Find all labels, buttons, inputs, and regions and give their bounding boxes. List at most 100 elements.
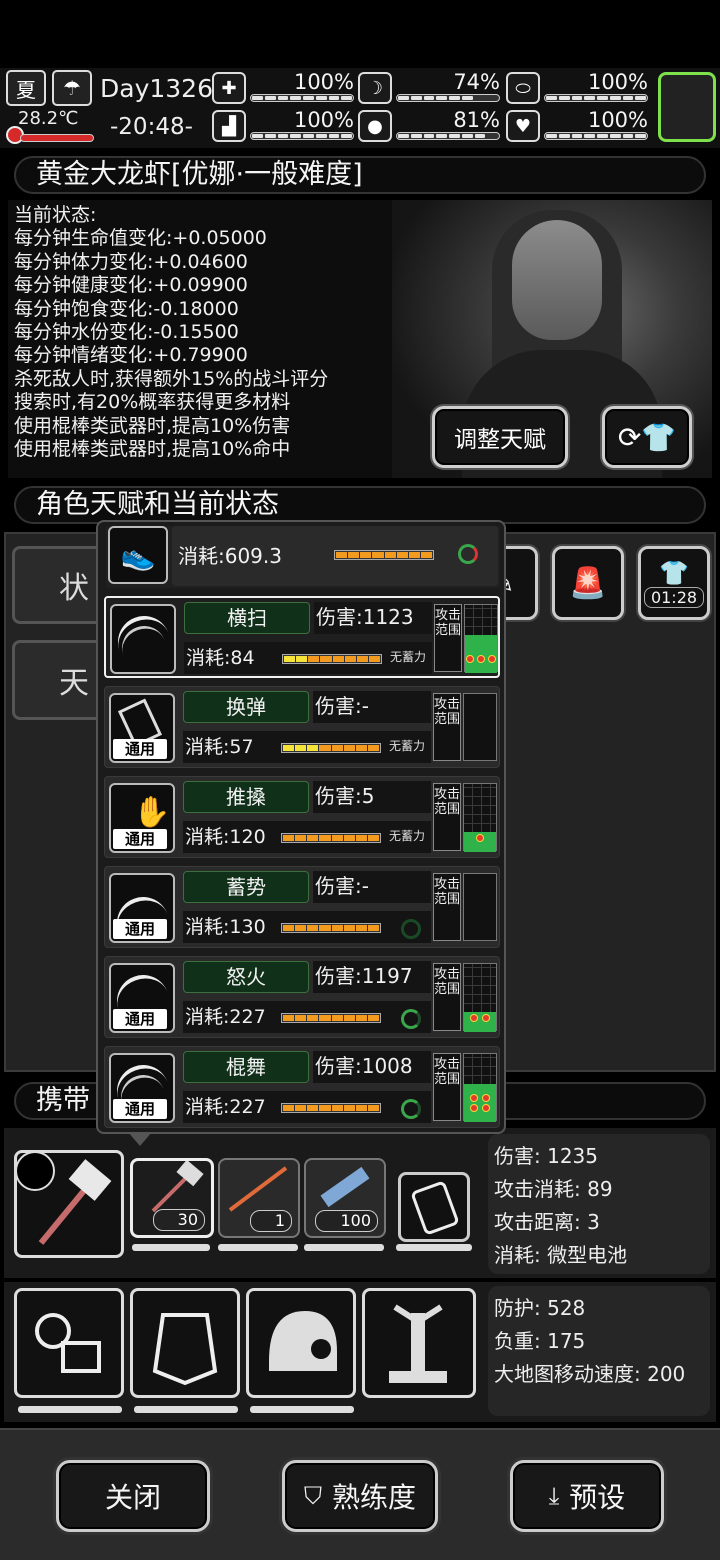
cooldown-ring-icon [401, 1009, 421, 1029]
skill-charge-note: 无蓄力 [390, 650, 427, 664]
temperature-value: 28.2℃ [18, 108, 79, 129]
durability-bar [132, 1244, 210, 1251]
swing-icon [15, 1151, 55, 1191]
stamina-pct: 100% [293, 108, 354, 132]
attack-range-label: 攻击范围 [433, 1053, 461, 1121]
skill-damage: 伤害:1123 [314, 602, 432, 634]
ammo-count: 30 [152, 1209, 205, 1231]
exoskeleton-slot[interactable] [362, 1288, 476, 1398]
swap-shirt-icon: ⟳👕 [617, 420, 677, 454]
boot-icon: 👟 [108, 526, 168, 584]
status-heading: 当前状态: [14, 204, 97, 226]
skill-popup: 👟 消耗:609.3 横扫 伤害:1123 消耗:84 无蓄力 攻击范围 通用 … [96, 520, 506, 1146]
skill-tag: 通用 [113, 1099, 167, 1119]
health-pct: 100% [293, 70, 354, 94]
cooldown-ring-icon [401, 919, 421, 939]
status-line: 使用棍棒类武器时,提高10%伤害 [14, 414, 291, 437]
proficiency-button[interactable]: ⛉ 熟练度 [282, 1460, 438, 1532]
battery-slot[interactable] [398, 1172, 470, 1242]
skill-rage[interactable]: 通用 怒火 伤害:1197 消耗:227 攻击范围 [104, 956, 500, 1038]
status-line: 每分钟生命值变化:+0.05000 [14, 227, 267, 250]
adjust-talent-button[interactable]: 调整天赋 [432, 406, 568, 468]
skill-tag: 通用 [113, 829, 167, 849]
skill-damage: 伤害:- [313, 691, 431, 723]
accessory-slot[interactable] [14, 1288, 124, 1398]
attack-range-label: 攻击范围 [433, 963, 461, 1031]
quick-slot-button[interactable] [658, 72, 716, 142]
close-button[interactable]: 关闭 [56, 1460, 210, 1532]
helmet-slot[interactable] [246, 1288, 356, 1398]
armor-info: 防护: 528 负重: 175 大地图移动速度: 200 [488, 1286, 710, 1416]
durability-bar [304, 1244, 384, 1251]
spear-icon [228, 1166, 288, 1212]
skill-name: 棍舞 [183, 1051, 309, 1083]
skill-name: 怒火 [183, 961, 309, 993]
skill-damage: 伤害:- [313, 871, 431, 903]
gear-bag-icon [35, 1313, 101, 1373]
armor-panel: 防护: 528 负重: 175 大地图移动速度: 200 [4, 1282, 716, 1422]
preset-label: 预设 [569, 1481, 626, 1514]
skill-charge[interactable]: 通用 蓄势 伤害:- 消耗:130 攻击范围 [104, 866, 500, 948]
health-bar: ✚ 100% [212, 70, 354, 104]
status-line: 搜索时,有20%概率获得更多材料 [14, 391, 291, 414]
heart-icon: ♥ [506, 110, 540, 142]
shove-icon: ✋ 通用 [109, 783, 175, 853]
skill-staff-dance[interactable]: 通用 棍舞 伤害:1008 消耗:227 攻击范围 [104, 1046, 500, 1128]
durability-bar [18, 1406, 122, 1413]
status-line: 每分钟水份变化:-0.15500 [14, 321, 239, 344]
bottom-bar: 关闭 ⛉ 熟练度 ⤓ 预设 [0, 1428, 720, 1560]
water-bar: ● 81% [358, 108, 500, 142]
attack-range-grid [463, 693, 497, 761]
shirt-icon: 👕 [659, 558, 689, 587]
main-weapon-slot[interactable] [14, 1150, 124, 1258]
battery-icon [410, 1180, 460, 1236]
water-pct: 81% [453, 108, 500, 132]
weapon-info: 伤害: 1235 攻击消耗: 89 攻击距离: 3 消耗: 微型电池 [488, 1134, 710, 1274]
skill-tag: 通用 [113, 919, 167, 939]
map-speed: 大地图移动速度: 200 [494, 1362, 686, 1386]
close-label: 关闭 [104, 1481, 161, 1514]
weapon-slot-1[interactable]: 30 [130, 1158, 214, 1238]
preset-button[interactable]: ⤓ 预设 [510, 1460, 664, 1532]
staff-dance-icon: 通用 [109, 1053, 175, 1123]
weapon-range: 攻击距离: 3 [494, 1210, 600, 1234]
swap-outfit-button[interactable]: ⟳👕 [602, 406, 692, 468]
body-armor-icon [152, 1313, 218, 1386]
medkit-icon: ✚ [212, 72, 246, 104]
attack-range-grid [463, 783, 497, 852]
minigun-icon [320, 1166, 370, 1208]
weapon-slot-3[interactable]: 100 [304, 1158, 386, 1238]
status-line: 每分钟情绪变化:+0.79900 [14, 344, 248, 367]
skill-damage: 伤害:1197 [313, 961, 431, 993]
armor-protection: 防护: 528 [494, 1296, 586, 1320]
download-box-icon: ⤓ [548, 1482, 560, 1510]
attack-range-label: 攻击范围 [434, 604, 462, 672]
skill-gauge [281, 833, 381, 843]
weapon-attack-cost: 攻击消耗: 89 [494, 1177, 613, 1201]
popup-header-bg: 消耗:609.3 [172, 526, 498, 586]
total-cost: 消耗:609.3 [178, 544, 282, 568]
durability-bar [250, 1406, 354, 1413]
skill-damage: 伤害:5 [313, 781, 431, 813]
skill-sweep[interactable]: 横扫 伤害:1123 消耗:84 无蓄力 攻击范围 [104, 596, 500, 678]
weapon-slot-2[interactable]: 1 [218, 1158, 300, 1238]
skill-reload[interactable]: 通用 换弹 伤害:- 消耗:57 无蓄力 攻击范围 [104, 686, 500, 768]
skill-name: 蓄势 [183, 871, 309, 903]
armor-weight: 负重: 175 [494, 1329, 586, 1353]
ammo-count: 1 [249, 1210, 292, 1232]
alarm-light-icon[interactable]: 🚨 [552, 546, 624, 620]
skill-tag: 通用 [113, 739, 167, 759]
clothing-timer-button[interactable]: 👕 01:28 [638, 546, 710, 620]
attack-range-grid [463, 1053, 497, 1122]
mood-pct: 100% [587, 108, 648, 132]
skill-name: 横扫 [184, 602, 310, 634]
mood-bar: ♥ 100% [506, 108, 648, 142]
stamina-bar: ▟ 100% [212, 108, 354, 142]
character-panel: 当前状态: 每分钟生命值变化:+0.05000 每分钟体力变化:+0.04600… [8, 200, 712, 478]
skill-charge-note: 无蓄力 [389, 739, 426, 753]
temperature-gauge: 28.2℃ [6, 108, 94, 144]
skill-shove[interactable]: ✋ 通用 推搡 伤害:5 消耗:120 无蓄力 攻击范围 [104, 776, 500, 858]
armor-slot[interactable] [130, 1288, 240, 1398]
status-line: 每分钟体力变化:+0.04600 [14, 250, 248, 273]
skill-gauge [281, 1013, 381, 1023]
